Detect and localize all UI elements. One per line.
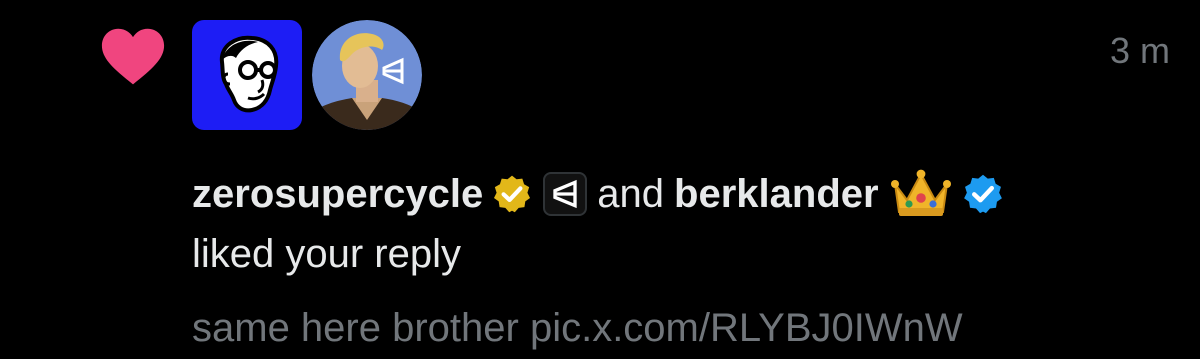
blue-verified-badge-icon (963, 174, 1002, 214)
avatar-berklander[interactable] (312, 20, 422, 130)
conjunction-text: and (597, 172, 665, 216)
actor-name-zerosupercycle[interactable]: zerosupercycle (192, 168, 483, 220)
avatar-zerosupercycle[interactable] (192, 20, 302, 130)
avatar-portrait (312, 20, 422, 130)
notification-actors: zerosupercycle and berklander (192, 168, 1005, 220)
reply-preview[interactable]: same here brother pic.x.com/RLYBJ0IWnW (192, 302, 963, 354)
notification-action: liked your reply (192, 232, 462, 276)
actor-name-berklander[interactable]: berklander (674, 168, 879, 220)
timestamp: 3 m (1109, 30, 1170, 71)
heart-icon (101, 28, 165, 85)
affiliate-logo-icon (543, 172, 588, 216)
like-notification[interactable]: 3 m zerosupercycle and berklander liked … (0, 0, 1200, 359)
crown-icon (890, 169, 951, 216)
gold-verified-badge-icon (494, 175, 531, 213)
avatar-illustration (192, 20, 302, 130)
